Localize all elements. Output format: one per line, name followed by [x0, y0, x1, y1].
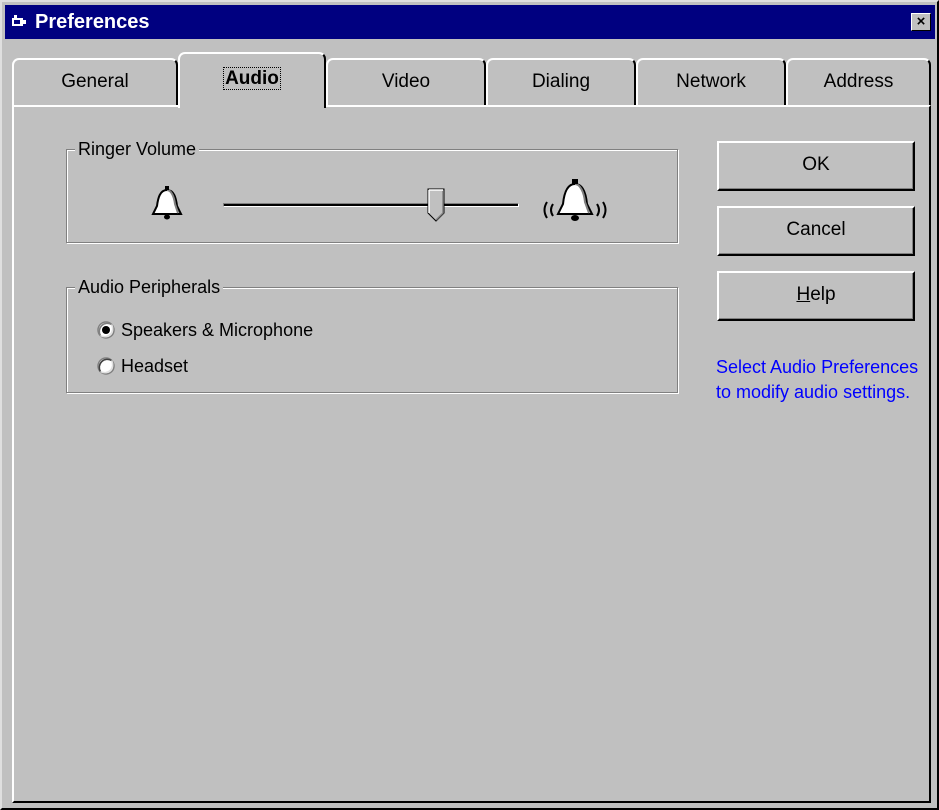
radio-selected-icon[interactable]: [97, 321, 115, 339]
close-icon: ×: [916, 13, 926, 30]
audio-peripherals-group: Audio Peripherals Speakers & Microphone …: [66, 277, 678, 393]
tab-label: Address: [823, 71, 894, 92]
tab-general[interactable]: General: [12, 58, 178, 106]
ok-button[interactable]: OK: [717, 141, 915, 191]
hint-text: Select Audio Preferences to modify audio…: [716, 357, 919, 402]
close-button[interactable]: ×: [911, 13, 931, 31]
ringer-volume-label: Ringer Volume: [75, 139, 200, 159]
preferences-window: Preferences × General Audio Video Dialin…: [0, 0, 939, 810]
tab-label: Dialing: [531, 71, 591, 92]
tab-label: Video: [381, 71, 431, 92]
speakers-microphone-label: Speakers & Microphone: [121, 320, 314, 340]
ok-button-label: OK: [802, 154, 830, 175]
ringer-volume-slider-thumb[interactable]: [427, 188, 445, 222]
help-button[interactable]: Help: [717, 271, 915, 321]
audio-tab-panel: Ringer Volume Audio Peripherals Speakers…: [12, 105, 931, 803]
tab-network[interactable]: Network: [636, 58, 786, 106]
tab-label: General: [61, 71, 129, 92]
title-bar[interactable]: Preferences ×: [5, 5, 935, 39]
ringer-volume-group: Ringer Volume: [66, 139, 678, 243]
tab-address[interactable]: Address: [786, 58, 931, 106]
radio-unselected-icon[interactable]: [97, 357, 115, 375]
headset-label: Headset: [121, 356, 189, 376]
help-button-mnemonic: H: [796, 284, 811, 305]
cancel-button-label: Cancel: [786, 219, 846, 240]
audio-peripherals-label: Audio Peripherals: [75, 277, 224, 297]
bell-quiet-icon: [151, 186, 183, 220]
tab-video[interactable]: Video: [326, 58, 486, 106]
window-title: Preferences: [35, 11, 150, 33]
app-icon: [12, 15, 26, 26]
help-button-label: elp: [810, 284, 836, 305]
ringer-volume-track[interactable]: [223, 203, 519, 207]
bell-ringing-icon: [543, 179, 607, 221]
tab-audio[interactable]: Audio: [178, 52, 326, 108]
tab-label: Network: [676, 71, 746, 92]
tab-label: Audio: [223, 67, 281, 90]
cancel-button[interactable]: Cancel: [717, 206, 915, 256]
tab-dialing[interactable]: Dialing: [486, 58, 636, 106]
